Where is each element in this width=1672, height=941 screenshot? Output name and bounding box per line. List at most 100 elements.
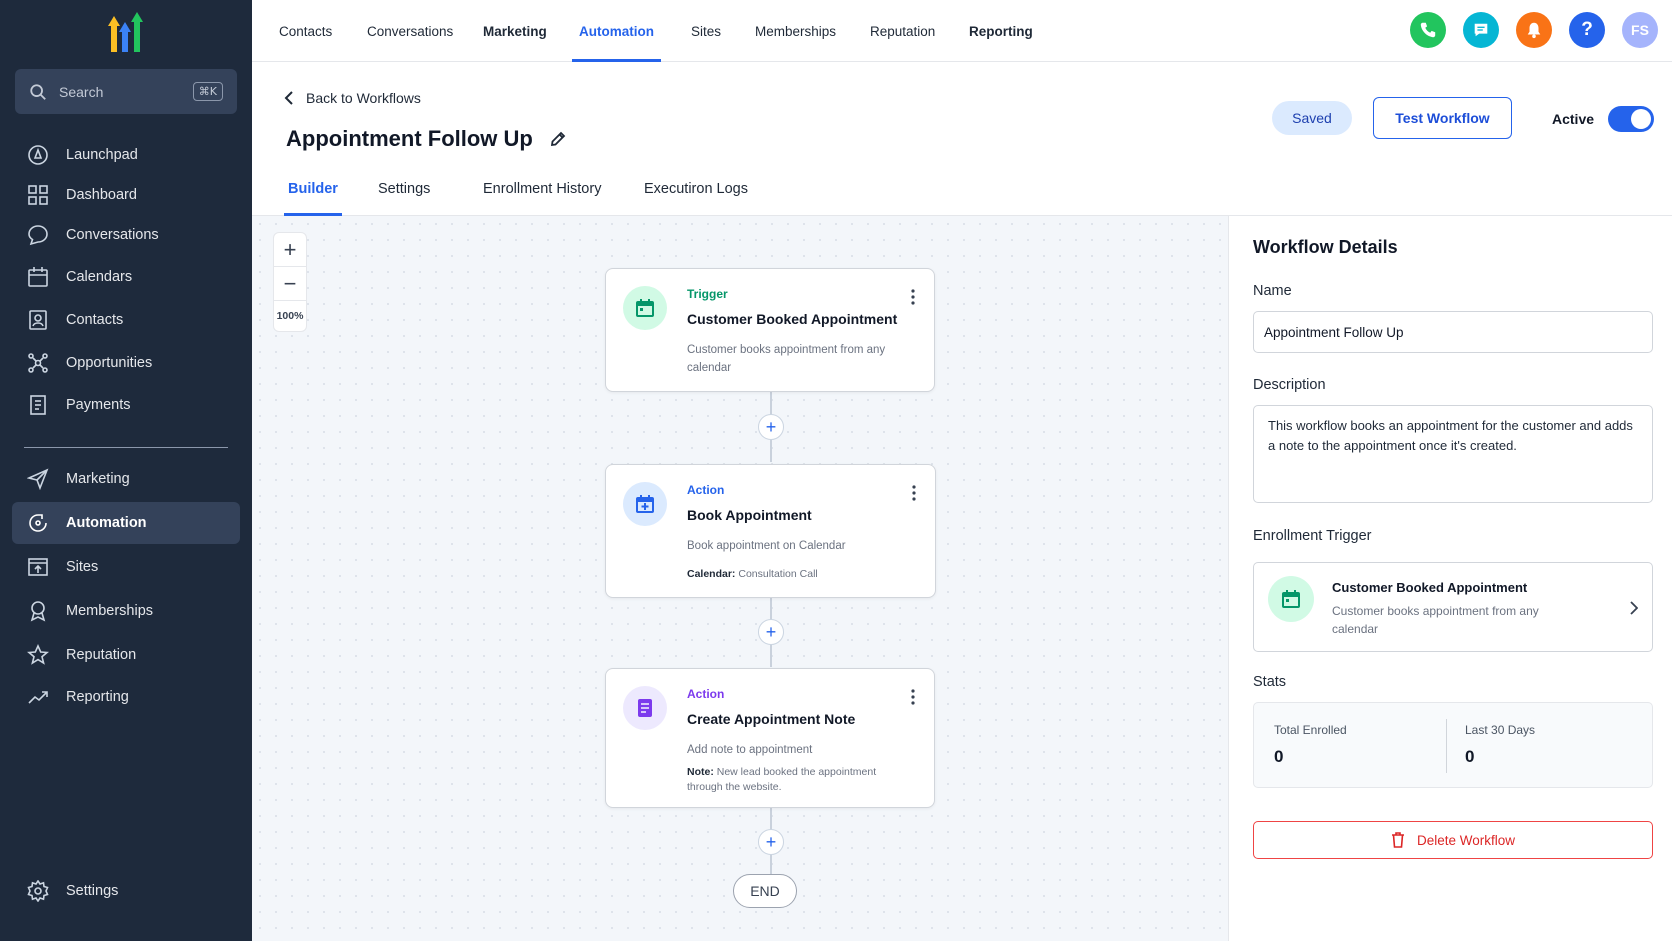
delete-label: Delete Workflow — [1416, 832, 1516, 848]
notifications-button[interactable] — [1516, 12, 1552, 48]
phone-icon — [1420, 22, 1436, 38]
note-icon — [623, 686, 667, 730]
sidebar-item-label: Conversations — [66, 227, 159, 243]
gear-icon — [26, 879, 50, 903]
search-box[interactable]: Search ⌘K — [15, 69, 237, 114]
topnav-sites[interactable]: Sites — [684, 0, 728, 62]
topnav-reporting[interactable]: Reporting — [962, 0, 1040, 62]
sidebar-item-reputation[interactable]: Reputation — [12, 634, 240, 676]
node-type: Action — [687, 687, 725, 701]
topnav-marketing[interactable]: Marketing — [476, 0, 554, 62]
automation-icon — [26, 511, 50, 535]
sidebar-item-sites[interactable]: Sites — [12, 546, 240, 588]
tab-settings[interactable]: Settings — [374, 162, 434, 216]
node-type: Action — [687, 483, 725, 497]
detail-value: Consultation Call — [735, 568, 818, 580]
topnav-memberships[interactable]: Memberships — [748, 0, 843, 62]
sidebar-item-label: Reputation — [66, 647, 137, 663]
add-step-button[interactable]: + — [758, 829, 784, 855]
calendar-plus-icon — [623, 482, 667, 526]
delete-workflow-button[interactable]: Delete Workflow — [1253, 821, 1653, 859]
search-icon — [30, 83, 46, 100]
more-options-icon[interactable] — [911, 485, 917, 501]
sidebar-item-launchpad[interactable]: Launchpad — [12, 134, 240, 176]
description-field[interactable]: This workflow books an appointment for t… — [1253, 405, 1653, 503]
sidebar-item-reporting[interactable]: Reporting — [12, 676, 240, 718]
sidebar-item-conversations[interactable]: Conversations — [12, 214, 240, 256]
more-options-icon[interactable] — [910, 289, 916, 305]
stat-total-enrolled: Total Enrolled 0 — [1274, 723, 1347, 767]
enrollment-trigger-card[interactable]: Customer Booked Appointment Customer boo… — [1253, 562, 1653, 652]
sidebar-item-label: Settings — [66, 883, 119, 899]
node-detail: Calendar: Consultation Call — [687, 567, 887, 582]
sidebar-item-label: Calendars — [66, 269, 133, 285]
back-to-workflows-link[interactable]: Back to Workflows — [284, 90, 421, 106]
trigger-node[interactable]: Trigger Customer Booked Appointment Cust… — [605, 268, 935, 392]
sidebar-divider — [24, 447, 228, 448]
tab-builder[interactable]: Builder — [284, 162, 342, 216]
sidebar-item-memberships[interactable]: Memberships — [12, 590, 240, 632]
sidebar-item-contacts[interactable]: Contacts — [12, 299, 240, 341]
grid-icon — [26, 183, 50, 207]
network-icon — [26, 351, 50, 375]
test-workflow-button[interactable]: Test Workflow — [1373, 97, 1512, 139]
messages-button[interactable] — [1463, 12, 1499, 48]
sidebar-item-label: Sites — [66, 559, 99, 575]
pencil-icon[interactable] — [549, 130, 567, 148]
search-shortcut: ⌘K — [192, 82, 223, 101]
action-node-book-appointment[interactable]: Action Book Appointment Book appointment… — [605, 464, 936, 598]
stat-last-30-days: Last 30 Days 0 — [1465, 723, 1535, 767]
saved-status-badge: Saved — [1272, 101, 1352, 135]
add-step-button[interactable]: + — [758, 619, 784, 645]
calendar-icon — [623, 286, 667, 330]
app-logo[interactable] — [104, 12, 150, 54]
sidebar-item-calendars[interactable]: Calendars — [12, 256, 240, 298]
sidebar-item-label: Marketing — [66, 471, 130, 487]
add-step-button[interactable]: + — [758, 414, 784, 440]
node-description: Customer books appointment from any cale… — [687, 344, 886, 374]
workflow-canvas[interactable]: + − 100% + + + Trigger Customer Booked A… — [252, 216, 1228, 941]
tab-execution-logs[interactable]: Executiron Logs — [640, 162, 752, 216]
sidebar: Search ⌘K Launchpad Dashboard Conversati… — [0, 0, 252, 941]
avatar[interactable]: FS — [1622, 12, 1658, 48]
name-field[interactable]: Appointment Follow Up — [1253, 311, 1653, 353]
sidebar-item-settings[interactable]: Settings — [12, 870, 240, 912]
topnav-contacts[interactable]: Contacts — [272, 0, 339, 62]
detail-label: Calendar: — [687, 568, 736, 580]
sidebar-item-label: Contacts — [66, 312, 124, 328]
stat-divider — [1446, 719, 1447, 773]
more-options-icon[interactable] — [910, 689, 916, 705]
topnav-automation[interactable]: Automation — [572, 0, 661, 62]
stat-value: 0 — [1274, 747, 1284, 766]
send-icon — [26, 467, 50, 491]
active-label: Active — [1552, 111, 1595, 127]
sidebar-item-payments[interactable]: Payments — [12, 384, 240, 426]
node-description: Book appointment on Calendar — [687, 540, 846, 552]
help-button[interactable]: ? — [1569, 12, 1605, 48]
sidebar-item-label: Dashboard — [66, 187, 137, 203]
node-detail: Note: New lead booked the appointment th… — [687, 765, 887, 795]
workflow-details-panel: Workflow Details Name Appointment Follow… — [1228, 216, 1672, 941]
trend-icon — [26, 685, 50, 709]
trigger-description: Customer books appointment from any cale… — [1332, 604, 1539, 636]
zoom-out-button[interactable]: − — [274, 267, 306, 301]
sidebar-item-automation[interactable]: Automation — [12, 502, 240, 544]
node-title: Create Appointment Note — [687, 711, 856, 727]
active-toggle[interactable] — [1608, 106, 1654, 132]
tab-enrollment-history[interactable]: Enrollment History — [479, 162, 605, 216]
topnav-reputation[interactable]: Reputation — [863, 0, 942, 62]
workflow-title: Appointment Follow Up — [286, 126, 533, 151]
action-node-create-note[interactable]: Action Create Appointment Note Add note … — [605, 668, 935, 808]
sidebar-item-dashboard[interactable]: Dashboard — [12, 174, 240, 216]
back-label: Back to Workflows — [306, 90, 421, 106]
zoom-in-button[interactable]: + — [274, 233, 306, 267]
panel-title: Workflow Details — [1253, 237, 1398, 257]
phone-button[interactable] — [1410, 12, 1446, 48]
zoom-controls: + − 100% — [273, 232, 307, 332]
topnav-conversations[interactable]: Conversations — [360, 0, 460, 62]
search-input[interactable]: Search — [59, 84, 193, 100]
contacts-icon — [26, 308, 50, 332]
sidebar-item-marketing[interactable]: Marketing — [12, 458, 240, 500]
toggle-knob — [1631, 109, 1651, 129]
sidebar-item-opportunities[interactable]: Opportunities — [12, 342, 240, 384]
